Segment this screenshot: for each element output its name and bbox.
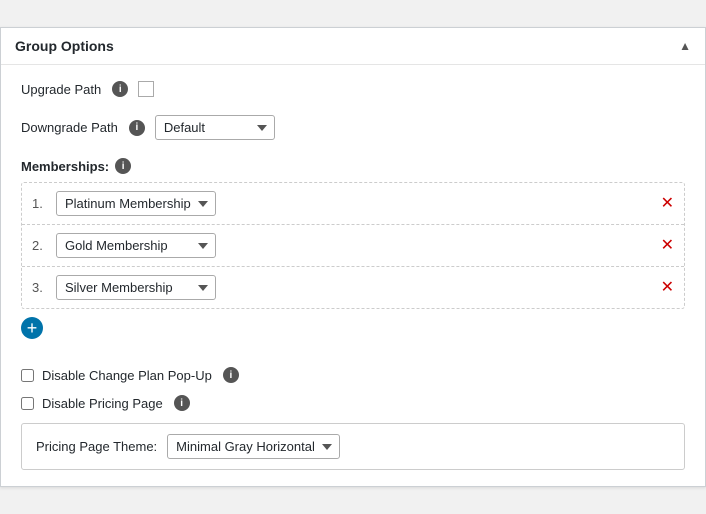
upgrade-path-row: Upgrade Path i [21,81,685,97]
memberships-section: Memberships: i 1. Platinum Membership Go… [21,158,685,353]
upgrade-path-info-icon[interactable]: i [112,81,128,97]
membership-item: 2. Platinum Membership Gold Membership S… [22,225,684,267]
disable-pricing-row: Disable Pricing Page i [21,395,685,411]
panel-header: Group Options ▲ [1,28,705,65]
membership-item: 1. Platinum Membership Gold Membership S… [22,183,684,225]
downgrade-path-select[interactable]: Default None Custom [155,115,275,140]
downgrade-path-info-icon[interactable]: i [129,120,145,136]
membership-remove-3[interactable]: ✕ [661,280,674,296]
pricing-theme-box: Pricing Page Theme: Minimal Gray Horizon… [21,423,685,470]
membership-number-3: 3. [32,280,50,295]
panel-body: Upgrade Path i Downgrade Path i Default … [1,65,705,486]
pricing-theme-label: Pricing Page Theme: [36,439,157,454]
disable-pricing-label: Disable Pricing Page [42,396,163,411]
membership-list: 1. Platinum Membership Gold Membership S… [21,182,685,309]
group-options-panel: Group Options ▲ Upgrade Path i Downgrade… [0,27,706,487]
pricing-theme-select[interactable]: Minimal Gray Horizontal Default Blue Gre… [167,434,340,459]
panel-title: Group Options [15,38,114,54]
downgrade-path-row: Downgrade Path i Default None Custom [21,115,685,140]
disable-pricing-checkbox[interactable] [21,397,34,410]
disable-change-plan-info-icon[interactable]: i [223,367,239,383]
membership-number-2: 2. [32,238,50,253]
membership-select-2[interactable]: Platinum Membership Gold Membership Silv… [56,233,216,258]
disable-change-plan-label: Disable Change Plan Pop-Up [42,368,212,383]
panel-collapse-icon[interactable]: ▲ [679,39,691,53]
membership-select-1[interactable]: Platinum Membership Gold Membership Silv… [56,191,216,216]
disable-pricing-info-icon[interactable]: i [174,395,190,411]
upgrade-path-checkbox[interactable] [138,81,154,97]
membership-number-1: 1. [32,196,50,211]
disable-change-plan-checkbox[interactable] [21,369,34,382]
memberships-info-icon[interactable]: i [115,158,131,174]
upgrade-path-label: Upgrade Path [21,82,101,97]
downgrade-path-label: Downgrade Path [21,120,118,135]
memberships-label: Memberships: i [21,158,685,174]
membership-item: 3. Platinum Membership Gold Membership S… [22,267,684,308]
disable-change-plan-row: Disable Change Plan Pop-Up i [21,367,685,383]
membership-select-3[interactable]: Platinum Membership Gold Membership Silv… [56,275,216,300]
membership-remove-1[interactable]: ✕ [661,196,674,212]
membership-remove-2[interactable]: ✕ [661,238,674,254]
add-membership-button[interactable]: + [21,317,43,339]
